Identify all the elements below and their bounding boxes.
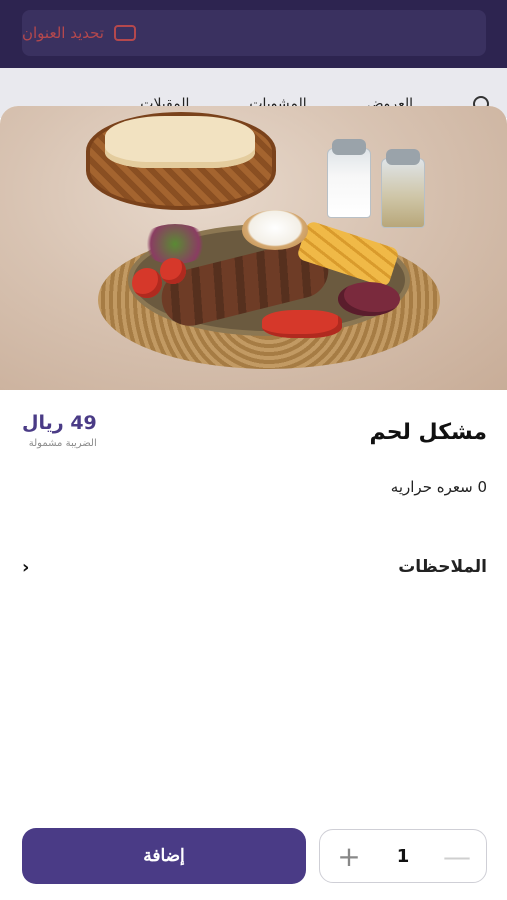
notes-label: الملاحظات xyxy=(398,557,487,577)
quantity-stepper: + 1 — xyxy=(319,829,487,883)
address-text: تحديد العنوان xyxy=(22,24,104,42)
quantity-value: 1 xyxy=(396,845,410,867)
product-sheet: مشكل لحم 49 ريال الضريبة مشمولة 0 سعره ح… xyxy=(0,106,507,900)
product-title: مشكل لحم xyxy=(369,420,487,445)
chevron-left-icon: ‹ xyxy=(22,556,30,578)
notes-row[interactable]: الملاحظات ‹ xyxy=(22,552,487,582)
tax-note: الضريبة مشمولة xyxy=(28,438,97,449)
minus-icon[interactable]: — xyxy=(442,840,472,873)
calories-text: 0 سعره حراريه xyxy=(390,478,487,496)
grilled-tomato xyxy=(132,268,162,298)
app-header: تحديد العنوان xyxy=(0,0,507,68)
product-price: 49 ريال xyxy=(22,412,97,434)
grilled-tomato xyxy=(160,258,186,284)
add-to-cart-button[interactable]: إضافة xyxy=(22,828,306,884)
bottom-actions: إضافة + 1 — xyxy=(0,828,507,884)
salt-shaker xyxy=(327,139,371,218)
location-card-icon xyxy=(113,25,136,41)
price-block: 49 ريال الضريبة مشمولة xyxy=(22,412,97,449)
grilled-onion xyxy=(338,282,400,316)
address-selector[interactable]: تحديد العنوان xyxy=(22,10,486,56)
pepper-shaker xyxy=(381,149,425,228)
yogurt-dip xyxy=(242,210,308,250)
bread xyxy=(105,116,255,168)
product-image xyxy=(0,106,507,390)
plus-icon[interactable]: + xyxy=(334,840,364,873)
grilled-tomato xyxy=(262,310,342,338)
